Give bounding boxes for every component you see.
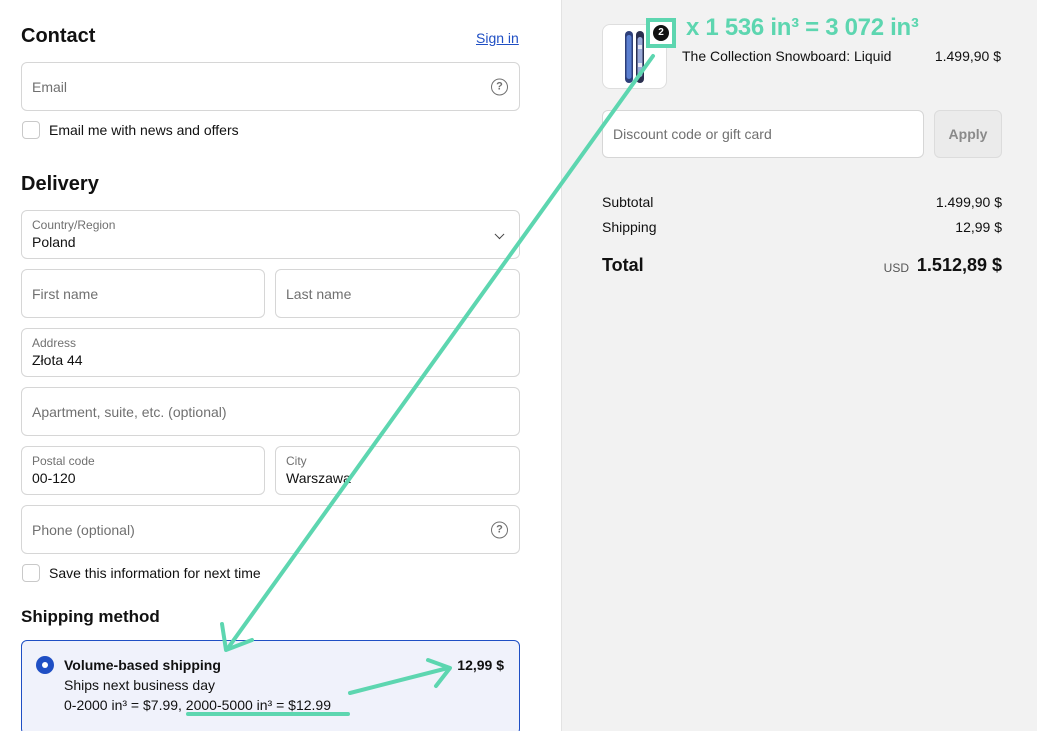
shipping-row: Shipping 12,99 $ xyxy=(602,219,1002,235)
apartment-placeholder: Apartment, suite, etc. (optional) xyxy=(32,403,227,420)
shipping-option-subtitle: Ships next business day xyxy=(64,677,215,693)
help-icon[interactable]: ? xyxy=(491,78,508,95)
country-select[interactable]: Country/Region Poland xyxy=(21,210,520,259)
chevron-down-icon xyxy=(494,228,505,239)
shipping-option-title: Volume-based shipping xyxy=(64,657,221,673)
country-label: Country/Region xyxy=(32,218,116,232)
city-value: Warszawa xyxy=(286,470,351,486)
total-label: Total xyxy=(602,255,644,275)
address-value: Złota 44 xyxy=(32,352,83,368)
shipping-option-price: 12,99 $ xyxy=(457,657,504,673)
address-label: Address xyxy=(32,336,77,350)
email-placeholder: Email xyxy=(32,78,68,95)
city-label: City xyxy=(286,454,307,468)
first-name-field[interactable]: First name xyxy=(21,269,265,318)
delivery-heading: Delivery xyxy=(21,173,99,195)
last-name-placeholder: Last name xyxy=(286,285,352,302)
shipping-method-heading: Shipping method xyxy=(21,607,160,626)
product-name: The Collection Snowboard: Liquid xyxy=(682,48,892,64)
checkout-form: Contact Sign in Email ? Email me with ne… xyxy=(0,0,561,731)
quantity-count: 2 xyxy=(653,25,669,41)
subtotal-label: Subtotal xyxy=(602,194,654,210)
email-field[interactable]: Email ? xyxy=(21,62,520,111)
subtotal-row: Subtotal 1.499,90 $ xyxy=(602,194,1002,210)
order-summary: 2 x 1 536 in³ = 3 072 in³ The Collection… xyxy=(561,0,1037,731)
shipping-value: 12,99 $ xyxy=(955,219,1002,235)
postal-code-label: Postal code xyxy=(32,454,95,468)
volume-annotation: x 1 536 in³ = 3 072 in³ xyxy=(686,14,919,41)
apply-button[interactable]: Apply xyxy=(934,110,1002,158)
contact-heading: Contact xyxy=(21,25,96,47)
country-value: Poland xyxy=(32,234,76,250)
product-price: 1.499,90 $ xyxy=(934,48,1001,64)
phone-placeholder: Phone (optional) xyxy=(32,521,135,538)
news-checkbox-label: Email me with news and offers xyxy=(49,122,239,138)
first-name-placeholder: First name xyxy=(32,285,99,302)
shipping-option-volume[interactable]: Volume-based shipping Ships next busines… xyxy=(21,640,520,731)
total-value: 1.512,89 $ xyxy=(916,255,1002,275)
total-row: Total USD 1.512,89 $ xyxy=(602,255,1002,276)
phone-field[interactable]: Phone (optional) ? xyxy=(21,505,520,554)
shipping-radio[interactable] xyxy=(36,656,54,674)
apartment-field[interactable]: Apartment, suite, etc. (optional) xyxy=(21,387,520,436)
save-info-checkbox[interactable] xyxy=(22,564,40,582)
shipping-label: Shipping xyxy=(602,219,657,235)
subtotal-value: 1.499,90 $ xyxy=(935,194,1002,210)
save-info-label: Save this information for next time xyxy=(49,565,261,581)
address-field[interactable]: Address Złota 44 xyxy=(21,328,520,377)
discount-placeholder: Discount code or gift card xyxy=(613,126,772,142)
last-name-field[interactable]: Last name xyxy=(275,269,520,318)
postal-code-field[interactable]: Postal code 00-120 xyxy=(21,446,265,495)
help-icon[interactable]: ? xyxy=(491,521,508,538)
city-field[interactable]: City Warszawa xyxy=(275,446,520,495)
discount-code-input[interactable]: Discount code or gift card xyxy=(602,110,924,158)
quantity-badge: 2 xyxy=(646,18,676,48)
postal-code-value: 00-120 xyxy=(32,470,76,486)
news-checkbox[interactable] xyxy=(22,121,40,139)
shipping-option-rates: 0-2000 in³ = $7.99, 2000-5000 in³ = $12.… xyxy=(64,697,331,713)
total-currency: USD xyxy=(883,261,909,275)
sign-in-link[interactable]: Sign in xyxy=(476,30,519,46)
